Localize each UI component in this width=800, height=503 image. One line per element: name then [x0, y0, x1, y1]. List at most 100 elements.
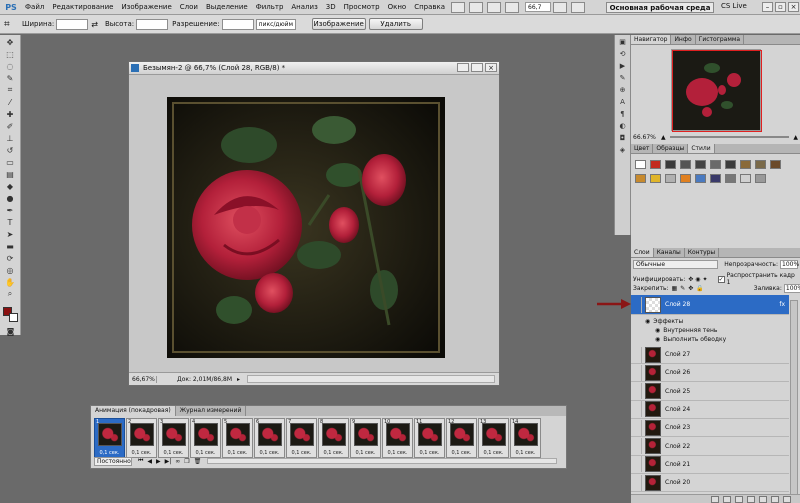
animation-frame[interactable]: 9 0,1 сек. [350, 418, 381, 458]
tab-info[interactable]: Инфо [671, 35, 696, 44]
style-swatch[interactable] [665, 174, 676, 183]
style-swatch[interactable] [755, 160, 766, 169]
shape-tool-icon[interactable]: ▬ [2, 241, 19, 251]
style-swatch[interactable] [680, 174, 691, 183]
doc-maximize-icon[interactable] [471, 63, 483, 72]
style-swatch[interactable] [680, 160, 691, 169]
tab-paths[interactable]: Контуры [685, 248, 720, 257]
add-mask-icon[interactable] [735, 496, 743, 503]
swap-icon[interactable]: ⇄ [91, 20, 98, 29]
style-swatch[interactable] [725, 174, 736, 183]
animation-frame[interactable]: 5 0,1 сек. [222, 418, 253, 458]
menu-filter[interactable]: Фильтр [252, 3, 288, 11]
delete-frame-icon[interactable]: 🗑 [194, 458, 202, 465]
tween-icon[interactable]: ∞ [175, 458, 180, 465]
tab-animation[interactable]: Анимация (покадровая) [91, 406, 176, 416]
mini-bridge-icon[interactable]: ▣ [617, 38, 628, 47]
style-swatch[interactable] [695, 160, 706, 169]
layer-row[interactable]: Слой 26 [631, 364, 789, 383]
zoom-tool-icon[interactable]: ⌕ [2, 289, 19, 299]
dodge-tool-icon[interactable]: ● [2, 193, 19, 203]
effect-eye-icon[interactable]: ◉ [645, 318, 650, 325]
visibility-toggle[interactable] [631, 438, 642, 454]
tab-styles[interactable]: Стили [688, 144, 715, 153]
layer-row[interactable]: Слой 25 [631, 382, 789, 401]
menu-view[interactable]: Просмотр [340, 3, 384, 11]
loop-select[interactable]: Постоянно [94, 456, 132, 466]
style-swatch[interactable] [650, 160, 661, 169]
visibility-toggle[interactable] [631, 419, 642, 436]
animation-frame[interactable]: 13 0,1 сек. [478, 418, 509, 458]
effect-eye-icon[interactable]: ◉ [655, 327, 660, 334]
first-frame-icon[interactable]: ⏮ [138, 457, 143, 465]
cs-live-button[interactable]: CS Live [721, 2, 747, 10]
adjustments-icon[interactable]: ◐ [617, 122, 628, 131]
menu-window[interactable]: Окно [384, 3, 411, 11]
lock-all-icon[interactable]: 🔒 [696, 285, 703, 292]
gradient-tool-icon[interactable]: ▤ [2, 169, 19, 179]
history-icon[interactable]: ⟲ [617, 50, 628, 59]
layer-row[interactable]: Слой 23 [631, 419, 789, 438]
layer-row[interactable]: Слой 27 [631, 346, 789, 364]
zoom-out-icon[interactable]: ▲ [661, 134, 666, 141]
3d-orbit-tool-icon[interactable]: ◎ [2, 265, 19, 275]
width-field[interactable] [56, 18, 89, 30]
doc-info-arrow-icon[interactable]: ▸ [237, 376, 243, 383]
lock-position-icon[interactable]: ✥ [688, 285, 693, 292]
style-swatch[interactable] [635, 160, 646, 169]
resolution-field[interactable] [221, 18, 254, 30]
menu-layers[interactable]: Слои [176, 3, 202, 11]
style-swatch[interactable] [740, 160, 751, 169]
background-color-swatch[interactable] [9, 313, 18, 322]
visibility-toggle[interactable] [631, 401, 642, 418]
animation-frame[interactable]: 7 0,1 сек. [286, 418, 317, 458]
style-swatch[interactable] [635, 174, 646, 183]
document-title-bar[interactable]: Безымян-2 @ 66,7% (Слой 28, RGB/8) * × [129, 62, 499, 75]
paragraph-icon[interactable]: ¶ [617, 110, 628, 119]
crop-tool-icon[interactable]: ⌗ [4, 19, 18, 30]
tab-navigator[interactable]: Навигатор [631, 35, 672, 44]
move-tool-icon[interactable]: ✥ [2, 37, 19, 47]
style-swatch[interactable] [755, 174, 766, 183]
visibility-toggle[interactable] [631, 364, 642, 381]
fill-field[interactable]: 100% [783, 284, 800, 293]
style-swatch[interactable] [725, 160, 736, 169]
animation-frame[interactable]: 10 0,1 сек. [382, 418, 413, 458]
visibility-toggle[interactable] [631, 474, 642, 491]
duplicate-frame-icon[interactable]: ❐ [184, 458, 189, 465]
clear-button[interactable]: Удалить [368, 18, 423, 30]
layer-row[interactable]: Слой 20 [631, 474, 789, 493]
history-brush-tool-icon[interactable]: ↺ [2, 145, 19, 155]
effect-inner-shadow[interactable]: ◉ Внутренняя тень [655, 326, 799, 335]
lock-transparency-icon[interactable]: ▦ [672, 285, 678, 292]
navigator-zoom[interactable]: 66.67% [633, 134, 661, 141]
height-field[interactable] [136, 18, 169, 30]
menu-3d[interactable]: 3D [322, 3, 340, 11]
menu-edit[interactable]: Редактирование [48, 3, 117, 11]
pen-tool-icon[interactable]: ✒ [2, 205, 19, 215]
visibility-toggle[interactable] [631, 383, 642, 400]
front-image-button[interactable]: Изображение [311, 18, 366, 30]
masks-icon[interactable]: ◘ [617, 134, 628, 143]
prev-frame-icon[interactable]: ◀ [147, 458, 152, 465]
3d-icon[interactable]: ◈ [617, 146, 628, 155]
menu-image[interactable]: Изображение [117, 3, 175, 11]
animation-frame[interactable]: 11 0,1 сек. [414, 418, 445, 458]
visibility-toggle[interactable] [631, 456, 642, 473]
unify-visibility-icon[interactable]: ◉ [695, 276, 700, 283]
blend-mode-select[interactable]: Обычные [633, 260, 719, 269]
delete-layer-icon[interactable] [783, 496, 791, 503]
hand-tool-icon[interactable] [487, 1, 502, 13]
navigator-thumbnail[interactable] [671, 49, 762, 132]
zoom-slider[interactable] [669, 136, 790, 138]
menu-analysis[interactable]: Анализ [287, 3, 321, 11]
healing-brush-tool-icon[interactable]: ✚ [2, 109, 19, 119]
unify-position-icon[interactable]: ✥ [688, 276, 693, 283]
add-style-icon[interactable] [723, 496, 731, 503]
frames-scrollbar[interactable] [207, 458, 557, 464]
opacity-field[interactable]: 100% [780, 260, 799, 269]
menu-file[interactable]: Файл [21, 3, 48, 11]
marquee-tool-icon[interactable]: ⬚ [2, 49, 19, 59]
style-swatch[interactable] [740, 174, 751, 183]
tab-swatches[interactable]: Образцы [653, 144, 689, 153]
